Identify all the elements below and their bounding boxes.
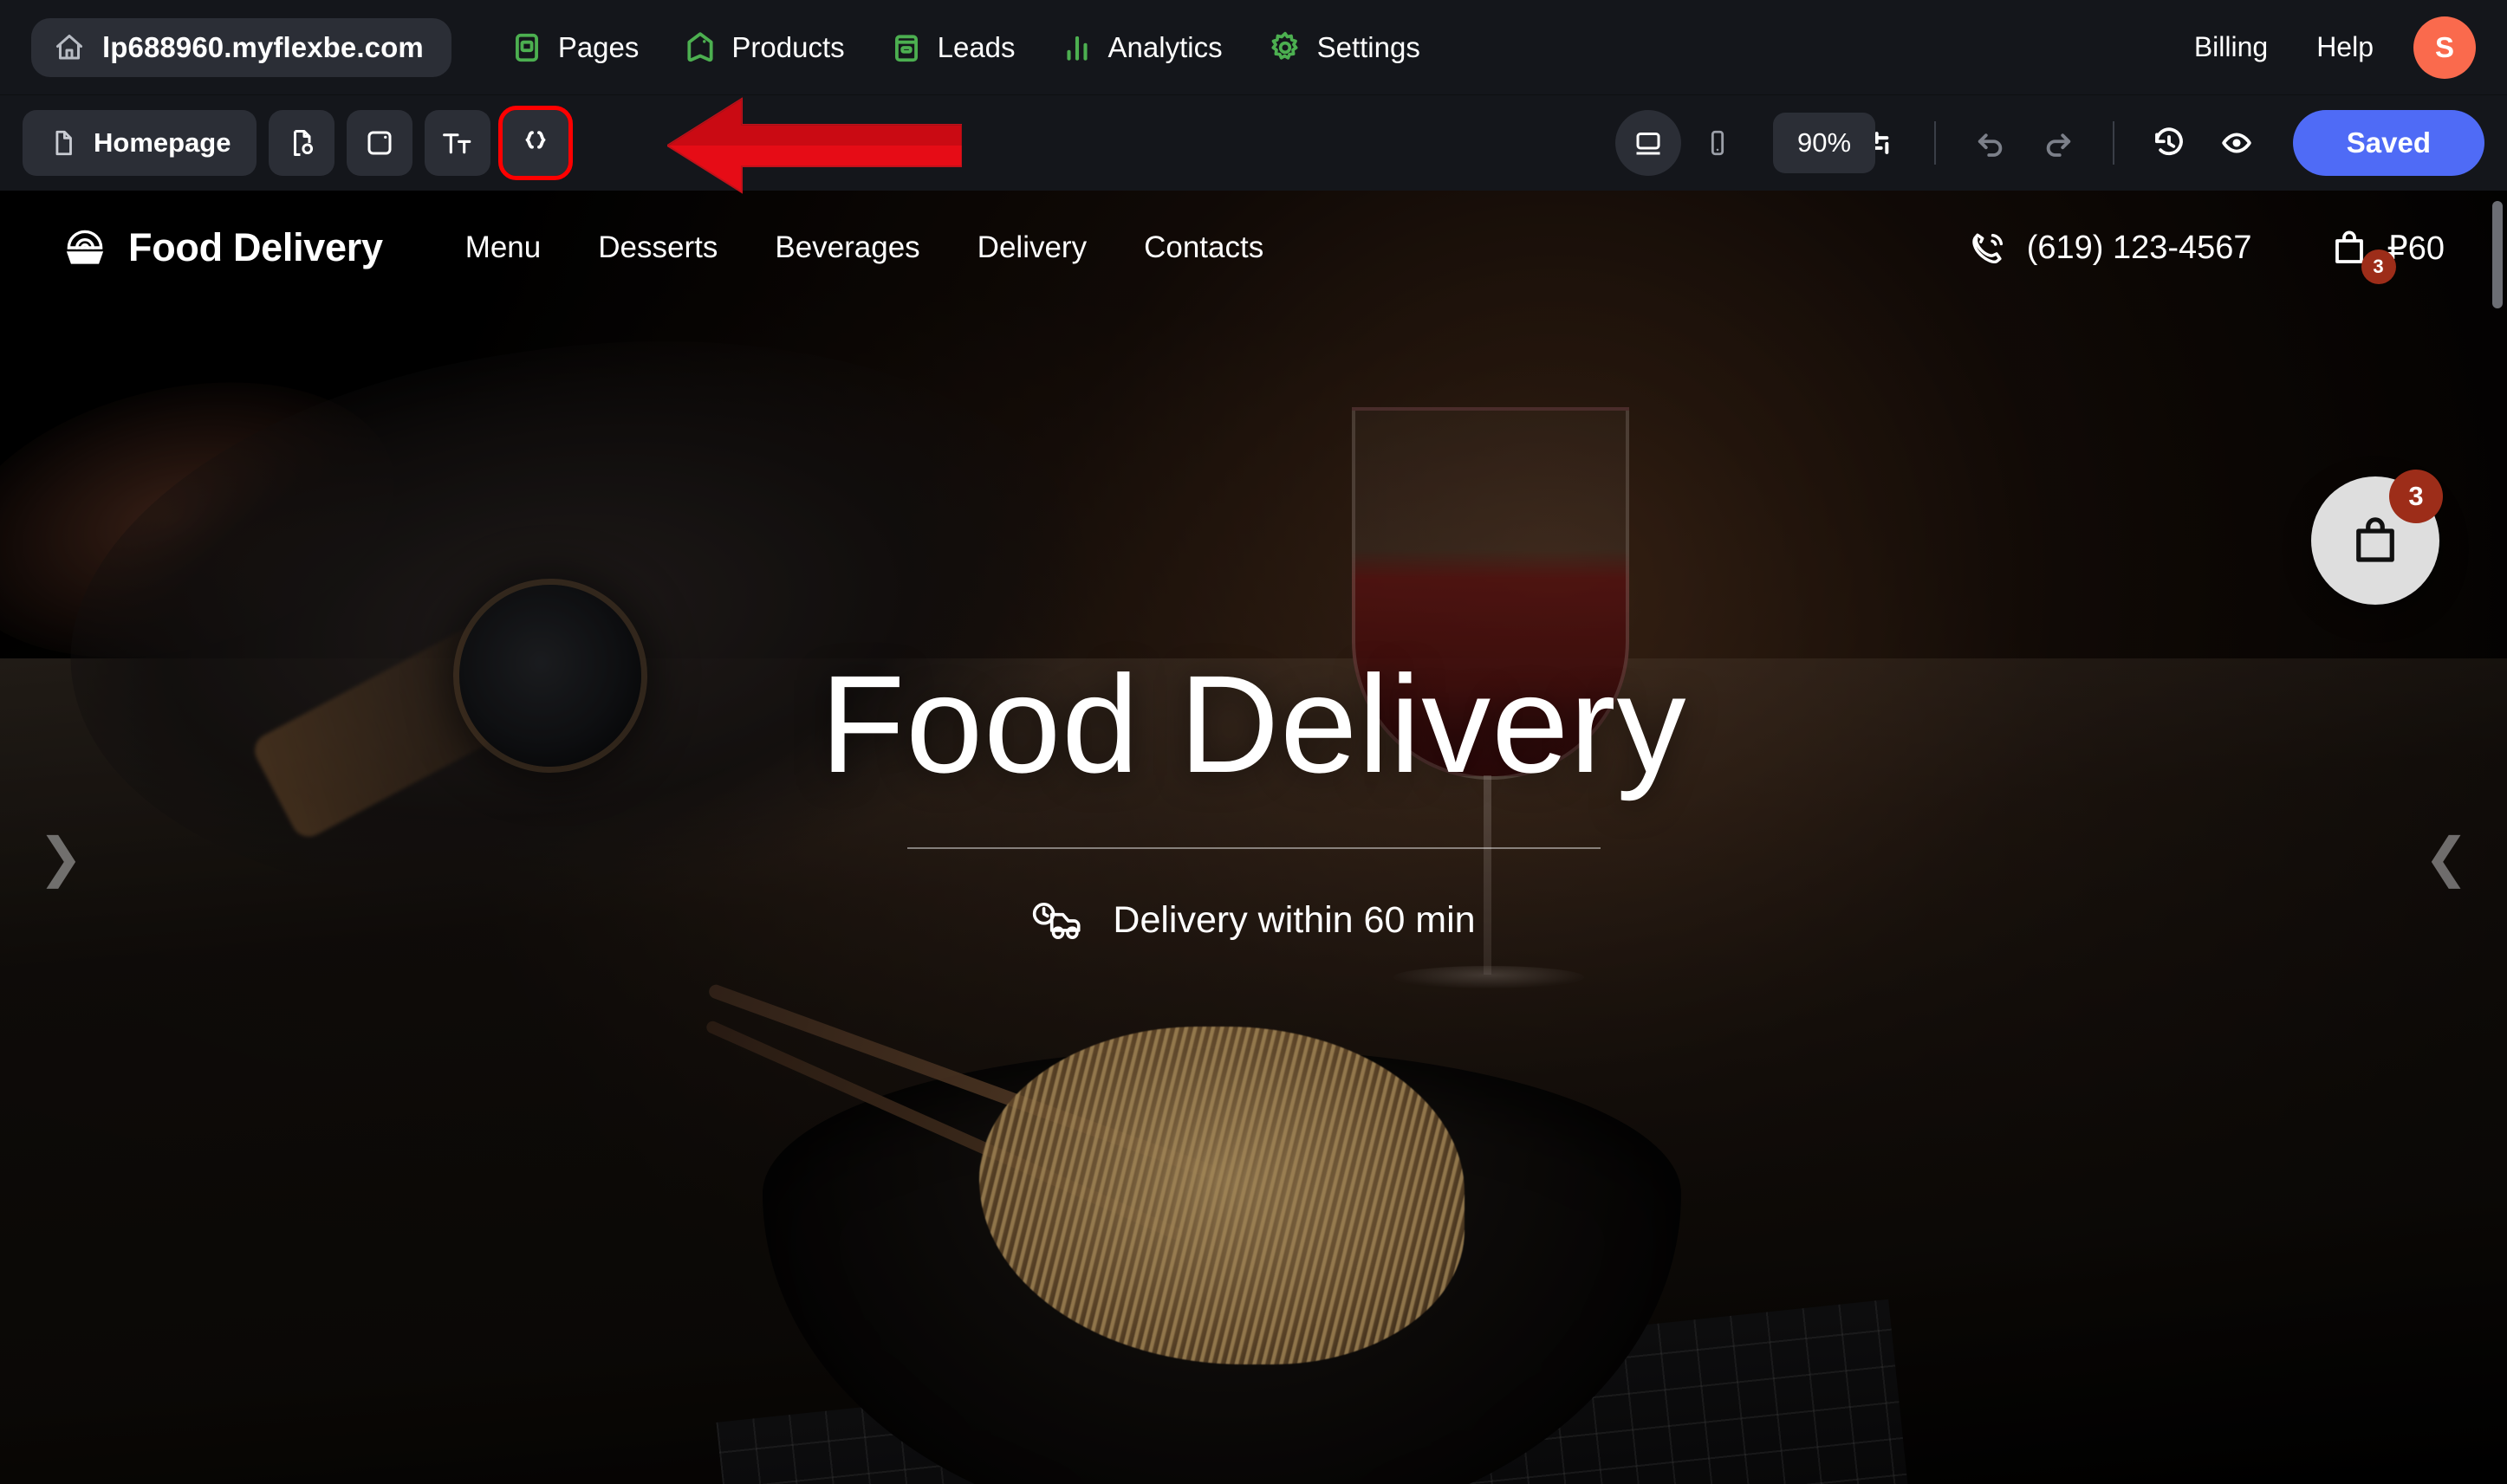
device-toggle-group bbox=[1615, 110, 1750, 176]
toolbar-divider-2 bbox=[2112, 121, 2114, 165]
slider-prev-button[interactable]: ❯ bbox=[38, 832, 83, 885]
hero-title: Food Delivery bbox=[820, 646, 1687, 801]
history-icon bbox=[2151, 125, 2187, 161]
nav-label-pages: Pages bbox=[557, 30, 640, 63]
code-braces-icon bbox=[519, 126, 552, 159]
leads-icon bbox=[890, 31, 923, 64]
floating-cart-badge: 3 bbox=[2389, 470, 2443, 523]
current-page-selector[interactable]: Homepage bbox=[23, 110, 257, 176]
tag-icon bbox=[684, 31, 717, 64]
typography-icon bbox=[440, 126, 475, 160]
slider-next-button[interactable]: ❮ bbox=[2424, 832, 2469, 885]
avatar-initial: S bbox=[2434, 30, 2454, 63]
nav-label-analytics: Analytics bbox=[1107, 30, 1223, 63]
flexbe-editor-window: lp688960.myflexbe.com Pages Products Lea… bbox=[0, 0, 2507, 1484]
gear-icon bbox=[1268, 30, 1302, 65]
app-nav: Pages Products Leads Analytics Settings bbox=[488, 18, 1443, 77]
code-button[interactable] bbox=[498, 106, 574, 180]
history-button[interactable] bbox=[2135, 109, 2203, 177]
save-button[interactable]: Saved bbox=[2292, 110, 2484, 176]
nav-item-products[interactable]: Products bbox=[661, 18, 867, 77]
editor-toolbar: Homepage 90% Saved bbox=[0, 95, 2507, 191]
zoom-level-label: 90% bbox=[1797, 127, 1852, 158]
nav-label-products: Products bbox=[731, 30, 845, 63]
hero-divider bbox=[906, 847, 1601, 849]
device-mobile-button[interactable] bbox=[1685, 110, 1750, 176]
bar-chart-icon bbox=[1061, 31, 1094, 64]
home-icon bbox=[54, 32, 85, 63]
eye-icon bbox=[2218, 125, 2255, 161]
nav-item-leads[interactable]: Leads bbox=[867, 18, 1038, 77]
block-frame-button[interactable] bbox=[347, 110, 413, 176]
page-icon bbox=[49, 128, 78, 158]
nav-item-pages[interactable]: Pages bbox=[488, 18, 662, 77]
pages-icon bbox=[510, 31, 543, 64]
avatar[interactable]: S bbox=[2413, 16, 2476, 79]
block-frame-icon bbox=[364, 127, 395, 159]
page-canvas: Food Delivery Menu Desserts Beverages De… bbox=[0, 191, 2507, 1484]
typography-button[interactable] bbox=[425, 110, 491, 176]
mobile-icon bbox=[1703, 128, 1732, 158]
help-link[interactable]: Help bbox=[2292, 31, 2398, 63]
nav-label-leads: Leads bbox=[937, 30, 1016, 63]
hero-content: Food Delivery Delivery within 60 min bbox=[0, 191, 2507, 1484]
site-url-chip[interactable]: lp688960.myflexbe.com bbox=[31, 17, 451, 77]
desktop-icon bbox=[1633, 127, 1664, 159]
hero-subtitle-group: Delivery within 60 min bbox=[1031, 899, 1476, 942]
app-topbar: lp688960.myflexbe.com Pages Products Lea… bbox=[0, 0, 2507, 95]
nav-item-analytics[interactable]: Analytics bbox=[1038, 18, 1245, 77]
floating-cart-button[interactable]: 3 bbox=[2311, 470, 2443, 605]
save-button-label: Saved bbox=[2346, 126, 2431, 159]
current-page-label: Homepage bbox=[94, 127, 231, 158]
page-settings-icon bbox=[286, 127, 317, 159]
canvas-scrollbar-thumb[interactable] bbox=[2492, 201, 2503, 308]
topbar-right-group: Billing Help S bbox=[2170, 16, 2476, 79]
billing-link[interactable]: Billing bbox=[2170, 31, 2292, 63]
preview-button[interactable] bbox=[2203, 109, 2270, 177]
device-desktop-button[interactable] bbox=[1615, 110, 1681, 176]
nav-item-settings[interactable]: Settings bbox=[1245, 18, 1443, 77]
nav-label-settings: Settings bbox=[1316, 30, 1420, 63]
site-url-label: lp688960.myflexbe.com bbox=[102, 30, 424, 63]
page-settings-button[interactable] bbox=[269, 110, 335, 176]
delivery-truck-icon bbox=[1031, 900, 1085, 942]
canvas-scrollbar-track[interactable] bbox=[2488, 191, 2507, 1484]
toolbar-center-group: 90% bbox=[1615, 110, 2066, 176]
hero-subtitle: Delivery within 60 min bbox=[1113, 899, 1476, 941]
zoom-level-selector[interactable]: 90% bbox=[1773, 113, 1876, 173]
shopping-bag-icon bbox=[2347, 512, 2404, 569]
